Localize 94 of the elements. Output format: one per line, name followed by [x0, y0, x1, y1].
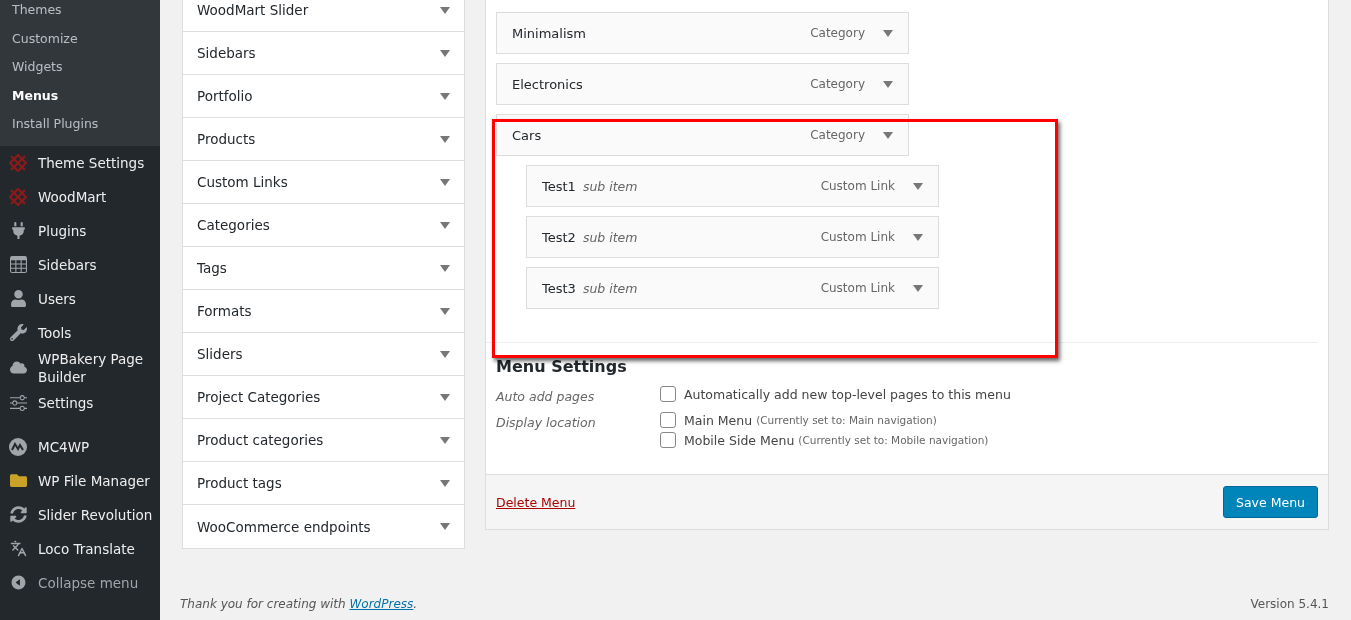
- sidebar-item-label: WoodMart: [38, 187, 107, 206]
- version-text: Version 5.4.1: [1250, 597, 1329, 611]
- accordion-title: Sidebars: [197, 45, 256, 61]
- caret-icon[interactable]: [913, 284, 923, 292]
- accordion-title: Custom Links: [197, 174, 288, 190]
- accordion-title: Products: [197, 131, 256, 147]
- accordion-title: Tags: [197, 260, 227, 276]
- footer-thanks: Thank you for creating with WordPress.: [180, 597, 418, 611]
- menu-item-note: sub item: [582, 178, 638, 194]
- menu-item-title: Electronics: [512, 76, 583, 92]
- accordion-title: WooCommerce endpoints: [197, 518, 371, 535]
- checkbox[interactable]: [660, 386, 676, 402]
- menu-item-note: sub item: [582, 229, 638, 245]
- menu-item[interactable]: Cars Category: [496, 114, 909, 156]
- sidebar-item-label: Loco Translate: [38, 539, 135, 558]
- menu-item-type: Category: [810, 128, 865, 142]
- settings-heading: Menu Settings: [496, 357, 628, 376]
- sidebar-item-label: Sidebars: [38, 255, 97, 274]
- checkbox-label: Mobile Side Menu: [684, 432, 795, 448]
- menu-item-type: Category: [810, 26, 865, 40]
- setting-label: Display location: [496, 414, 597, 432]
- menu-item-title: Test2: [542, 229, 576, 245]
- accordion-title: Project Categories: [197, 389, 321, 405]
- accordion-title: Categories: [197, 217, 270, 233]
- sliders-icon: [8, 394, 28, 411]
- folder-icon: [8, 472, 28, 489]
- sidebar-item[interactable]: Sidebars: [0, 247, 160, 282]
- user-icon: [8, 290, 28, 307]
- sidebar-item[interactable]: Settings: [0, 385, 160, 420]
- submenu-item[interactable]: Install Plugins: [0, 110, 160, 139]
- menu-item[interactable]: Test1 sub item Custom Link: [526, 165, 939, 207]
- cloud-icon: [8, 359, 28, 376]
- checkbox[interactable]: [660, 412, 676, 428]
- sidebar-item[interactable]: Tools: [0, 315, 160, 350]
- sidebar-item-label: Slider Revolution: [38, 505, 153, 524]
- accordion-title: Sliders: [197, 346, 243, 362]
- sidebar-item[interactable]: WP File Manager: [0, 463, 160, 498]
- submenu-item[interactable]: Customize: [0, 24, 160, 53]
- collapse-label: Collapse menu: [38, 573, 139, 592]
- save-menu-button[interactable]: Save Menu: [1223, 486, 1318, 518]
- caret-icon[interactable]: [883, 80, 893, 88]
- menu-item-title: Test3: [542, 280, 576, 296]
- sidebar-item[interactable]: Theme Settings: [0, 145, 160, 180]
- caret-icon[interactable]: [883, 131, 893, 139]
- accordion-title: Formats: [197, 303, 252, 319]
- menu-item-type: Custom Link: [820, 179, 895, 193]
- sidebar-item[interactable]: MC4WP: [0, 429, 160, 464]
- translate-icon: [8, 540, 28, 557]
- setting-label: Auto add pages: [496, 388, 596, 404]
- menu-item[interactable]: Test2 sub item Custom Link: [526, 216, 939, 258]
- sidebar-item-label: Theme Settings: [38, 153, 145, 172]
- sidebar-item[interactable]: Loco Translate: [0, 531, 160, 566]
- sidebar-item[interactable]: WoodMart: [0, 179, 160, 214]
- caret-icon[interactable]: [913, 233, 923, 241]
- location-hint: (Currently set to: Mobile navigation): [798, 434, 989, 446]
- caret-icon[interactable]: [883, 29, 893, 37]
- sidebar-item-label: Settings: [38, 393, 94, 412]
- collapse-menu[interactable]: Collapse menu: [0, 565, 160, 600]
- menu-item-title: Cars: [512, 127, 542, 143]
- sidebar-item[interactable]: WPBakery Page Builder: [0, 349, 160, 386]
- checkbox[interactable]: [660, 432, 676, 448]
- sidebar-item-label: Tools: [38, 323, 72, 342]
- menu-item-title: Minimalism: [512, 25, 586, 41]
- accordion-title: Portfolio: [197, 88, 253, 104]
- caret-icon[interactable]: [913, 182, 923, 190]
- accordion-title: Product tags: [197, 475, 282, 491]
- menu-item[interactable]: Electronics Category: [496, 63, 909, 105]
- submenu-item[interactable]: Widgets: [0, 53, 160, 82]
- sidebar-item-label: MC4WP: [38, 437, 90, 456]
- sidebar-item-label: WP File Manager: [38, 471, 150, 490]
- table-icon: [8, 256, 28, 273]
- sidebar-item-label: Users: [38, 289, 76, 308]
- menu-item-note: sub item: [582, 280, 638, 296]
- accordion-title: Product categories: [197, 432, 324, 448]
- sidebar-item[interactable]: Slider Revolution: [0, 497, 160, 532]
- sidebar-item-label: Plugins: [38, 221, 87, 240]
- menu-item-type: Custom Link: [820, 230, 895, 244]
- checkbox-label: Main Menu: [684, 412, 753, 428]
- menu-item-type: Category: [810, 77, 865, 91]
- sidebar-item[interactable]: Users: [0, 281, 160, 316]
- wrench-icon: [8, 324, 28, 341]
- checkbox-label: Automatically add new top-level pages to this menu: [684, 386, 1011, 402]
- delete-menu-link[interactable]: Delete Menu: [496, 494, 576, 510]
- refresh-icon: [8, 506, 28, 523]
- location-hint: (Currently set to: Main navigation): [756, 414, 937, 426]
- accordion-title: WoodMart Slider: [197, 2, 309, 18]
- menu-item-title: Test1: [542, 178, 576, 194]
- menu-item-type: Custom Link: [820, 281, 895, 295]
- sidebar-item-label: WPBakery Page Builder: [38, 349, 145, 386]
- menu-item[interactable]: Minimalism Category: [496, 12, 909, 54]
- menu-item[interactable]: Test3 sub item Custom Link: [526, 267, 939, 309]
- sidebar-item[interactable]: Plugins: [0, 213, 160, 248]
- submenu-item[interactable]: Themes: [0, 0, 160, 25]
- submenu-item[interactable]: Menus: [0, 81, 160, 110]
